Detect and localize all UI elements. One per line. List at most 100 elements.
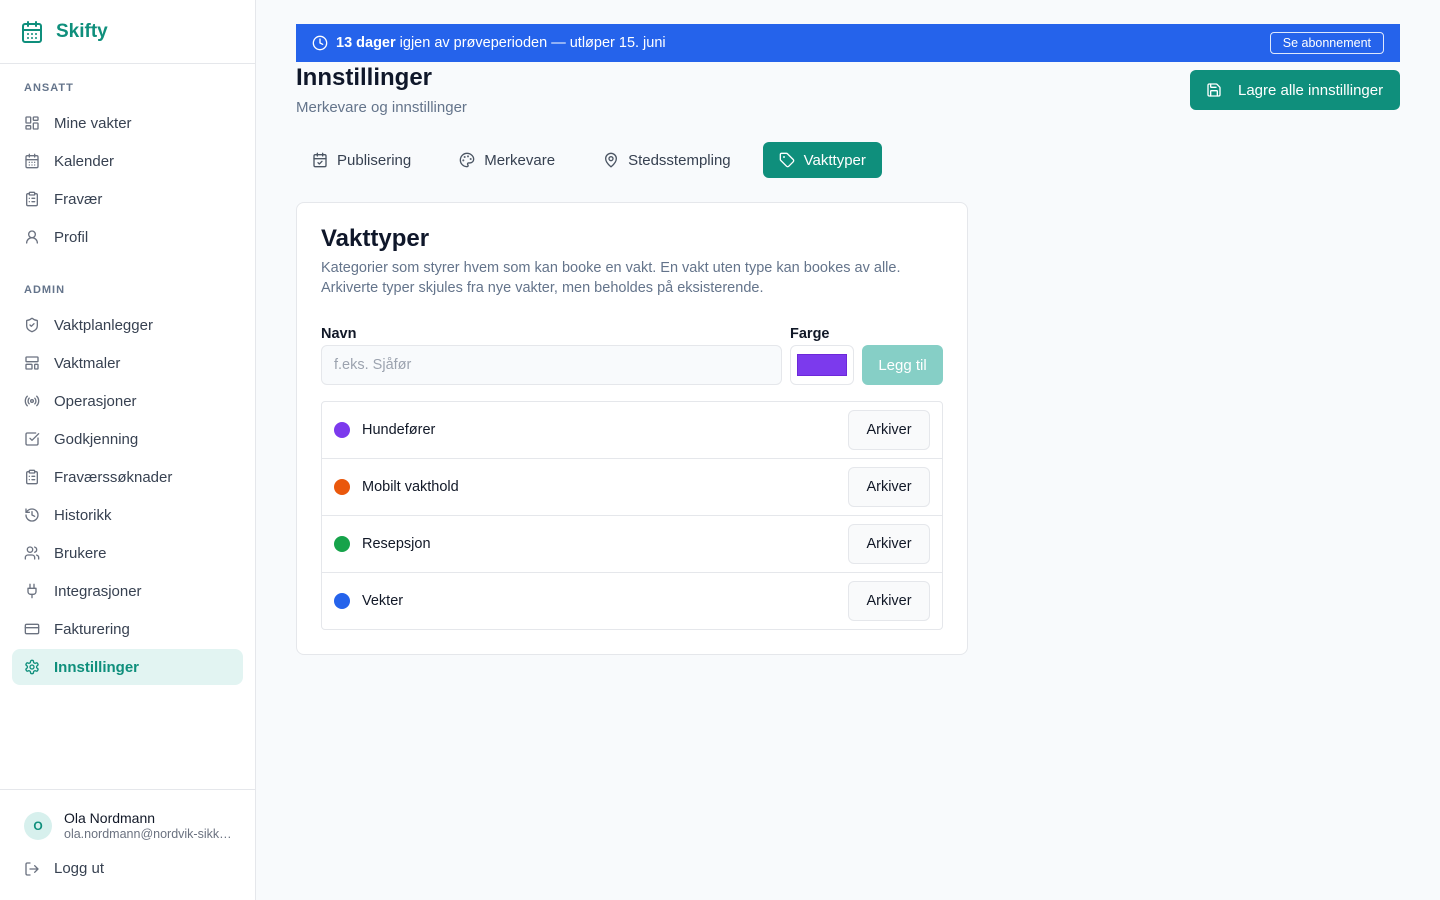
user-email: ola.nordmann@nordvik-sikkerhet.no [64, 827, 234, 841]
section-label-ansatt: ANSATT [24, 82, 74, 94]
settings-tabs: Publisering Merkevare Stedsstempling Vak… [296, 142, 882, 178]
list-item: Mobilt vakthold Arkiver [322, 459, 942, 516]
logout-label: Logg ut [54, 860, 105, 877]
sidebar-item-label: Vaktplanlegger [54, 316, 153, 334]
calendar-icon [24, 153, 40, 169]
color-dot [334, 536, 350, 552]
sidebar-item-godkjenning[interactable]: Godkjenning [12, 421, 243, 457]
sidebar-item-historikk[interactable]: Historikk [12, 497, 243, 533]
sidebar-item-fakturering[interactable]: Fakturering [12, 611, 243, 647]
name-input[interactable] [321, 345, 782, 385]
calendar-logo-icon [20, 20, 44, 44]
color-dot [334, 479, 350, 495]
users-icon [24, 545, 40, 561]
sidebar-item-label: Vaktmaler [54, 354, 121, 372]
nav-admin: Vaktplanlegger Vaktmaler Operasjoner God… [0, 307, 255, 685]
sidebar-item-label: Brukere [54, 544, 107, 562]
credit-card-icon [24, 621, 40, 637]
sidebar-footer: O Ola Nordmann ola.nordmann@nordvik-sikk… [0, 789, 255, 900]
tab-label: Vakttyper [803, 151, 866, 169]
user-profile[interactable]: O Ola Nordmann ola.nordmann@nordvik-sikk… [24, 810, 234, 842]
sidebar-item-vaktmaler[interactable]: Vaktmaler [12, 345, 243, 381]
brand[interactable]: Skifty [0, 0, 255, 64]
shift-type-name: Resepsjon [362, 536, 431, 552]
color-swatch [797, 354, 847, 376]
archive-button[interactable]: Arkiver [848, 581, 930, 621]
trial-banner: 13 dager igjen av prøveperioden — utløpe… [296, 24, 1400, 62]
sidebar-item-kalender[interactable]: Kalender [12, 143, 243, 179]
sidebar-item-integrasjoner[interactable]: Integrasjoner [12, 573, 243, 609]
clipboard-icon [24, 469, 40, 485]
tab-label: Stedsstempling [628, 151, 731, 169]
sidebar-item-label: Kalender [54, 152, 115, 170]
calendar-check-icon [312, 152, 328, 168]
shift-type-name: Mobilt vakthold [362, 479, 459, 495]
shift-type-name: Hundefører [362, 422, 436, 438]
shift-types-card: Vakttyper Kategorier som styrer hvem som… [296, 202, 968, 655]
save-all-label: Lagre alle innstillinger [1238, 81, 1384, 99]
sidebar-item-label: Fakturering [54, 620, 130, 638]
color-picker[interactable] [790, 345, 854, 385]
shield-icon [24, 317, 40, 333]
page-title: Innstillinger [296, 64, 433, 91]
sidebar: Skifty ANSATT Mine vakter Kalender Fravæ… [0, 0, 256, 900]
sidebar-item-label: Innstillinger [54, 658, 140, 676]
subscription-button[interactable]: Se abonnement [1269, 32, 1384, 54]
sidebar-item-fravaer[interactable]: Fravær [12, 181, 243, 217]
plug-icon [24, 583, 40, 599]
user-name: Ola Nordmann [64, 810, 156, 826]
template-icon [24, 355, 40, 371]
sidebar-item-operasjoner[interactable]: Operasjoner [12, 383, 243, 419]
gear-icon [24, 659, 40, 675]
check-square-icon [24, 431, 40, 447]
logout-button[interactable]: Logg ut [24, 860, 104, 877]
map-pin-icon [603, 152, 619, 168]
sidebar-item-vaktplanlegger[interactable]: Vaktplanlegger [12, 307, 243, 343]
sidebar-item-label: Operasjoner [54, 392, 137, 410]
page-subtitle: Merkevare og innstillinger [296, 99, 467, 116]
sidebar-item-innstillinger[interactable]: Innstillinger [12, 649, 243, 685]
sidebar-item-label: Historikk [54, 506, 112, 524]
color-dot [334, 593, 350, 609]
shift-type-name: Vekter [362, 593, 404, 609]
archive-button[interactable]: Arkiver [848, 467, 930, 507]
palette-icon [459, 152, 475, 168]
archive-button[interactable]: Arkiver [848, 410, 930, 450]
card-title: Vakttyper [321, 225, 430, 252]
sidebar-item-label: Profil [54, 228, 89, 246]
color-dot [334, 422, 350, 438]
add-button[interactable]: Legg til [862, 345, 943, 385]
sidebar-item-fravaerssoknader[interactable]: Fraværssøknader [12, 459, 243, 495]
sidebar-item-label: Mine vakter [54, 114, 132, 132]
sidebar-item-profil[interactable]: Profil [12, 219, 243, 255]
sidebar-item-mine-vakter[interactable]: Mine vakter [12, 105, 243, 141]
user-icon [24, 229, 40, 245]
card-description: Kategorier som styrer hvem som kan booke… [321, 260, 901, 296]
sidebar-item-label: Integrasjoner [54, 582, 142, 600]
tab-merkevare[interactable]: Merkevare [443, 142, 571, 178]
trial-text: igjen av prøveperioden — utløper 15. jun… [399, 35, 666, 51]
dashboard-icon [24, 115, 40, 131]
section-label-admin: ADMIN [24, 284, 66, 296]
archive-button[interactable]: Arkiver [848, 524, 930, 564]
clipboard-icon [24, 191, 40, 207]
tab-vakttyper[interactable]: Vakttyper [762, 142, 882, 178]
shift-type-list: Hundefører Arkiver Mobilt vakthold Arkiv… [321, 401, 943, 630]
list-item: Vekter Arkiver [322, 573, 942, 629]
logout-icon [24, 861, 40, 877]
history-icon [24, 507, 40, 523]
tag-icon [779, 152, 795, 168]
trial-days: 13 dager [336, 35, 396, 51]
sidebar-item-label: Godkjenning [54, 430, 139, 448]
save-all-button[interactable]: Lagre alle innstillinger [1190, 70, 1400, 110]
tab-label: Publisering [337, 151, 412, 169]
sidebar-item-brukere[interactable]: Brukere [12, 535, 243, 571]
avatar: O [24, 812, 52, 840]
brand-name: Skifty [56, 20, 108, 42]
tab-label: Merkevare [484, 151, 556, 169]
list-item: Resepsjon Arkiver [322, 516, 942, 573]
save-icon [1206, 82, 1222, 98]
tab-stedsstempling[interactable]: Stedsstempling [587, 142, 747, 178]
sidebar-item-label: Fravær [54, 190, 103, 208]
tab-publisering[interactable]: Publisering [296, 142, 427, 178]
